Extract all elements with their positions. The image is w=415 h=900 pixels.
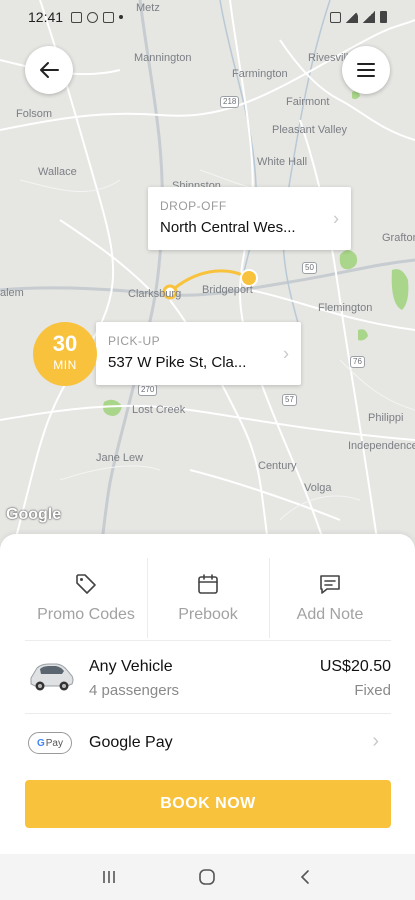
image-icon xyxy=(71,11,83,23)
map-label: Bridgeport xyxy=(202,284,253,296)
map-label: Mannington xyxy=(134,52,192,64)
booking-options: Promo Codes Prebook Add Note xyxy=(25,554,391,642)
google-pay-icon: G Pay xyxy=(28,732,72,754)
divider xyxy=(25,640,391,641)
mute-icon xyxy=(330,11,341,23)
dropoff-address: North Central Wes... xyxy=(160,219,296,236)
dot-icon xyxy=(119,15,124,19)
eta-badge: 30 MIN xyxy=(33,322,97,386)
map-label: Philippi xyxy=(368,412,404,424)
battery-icon xyxy=(380,11,387,23)
message-icon xyxy=(320,575,340,594)
map-label: Pleasant Valley xyxy=(272,124,348,136)
status-bar: 12:41 xyxy=(0,0,415,34)
map-label: Wallace xyxy=(38,166,77,178)
home-icon xyxy=(199,869,216,885)
route-shield: 50 xyxy=(302,262,317,274)
pickup-address: 537 W Pike St, Cla... xyxy=(108,354,247,371)
map-label: Lost Creek xyxy=(132,404,186,416)
dropoff-label: DROP-OFF xyxy=(160,199,227,213)
payment-method-label: Google Pay xyxy=(89,734,173,751)
menu-button[interactable] xyxy=(342,46,390,94)
chevron-right-icon: › xyxy=(333,208,339,228)
recent-apps-icon xyxy=(103,871,115,883)
book-now-button[interactable]: BOOK NOW xyxy=(25,780,391,828)
signal-icon xyxy=(363,11,375,23)
route-shield: 218 xyxy=(220,96,240,108)
vehicle-name: Any Vehicle xyxy=(89,658,173,675)
map-label: White Hall xyxy=(257,156,308,168)
map-label: Grafton xyxy=(382,232,415,244)
eta-unit: MIN xyxy=(53,358,77,372)
map-label: Flemington xyxy=(318,302,373,314)
tag-icon xyxy=(76,574,96,594)
map-label: alem xyxy=(0,287,24,299)
hamburger-menu-icon xyxy=(357,63,375,77)
map-label: Volga xyxy=(304,482,332,494)
promo-codes-label: Promo Codes xyxy=(37,606,135,623)
payment-method-selector[interactable]: G Pay Google Pay › xyxy=(25,714,391,774)
system-nav-bar xyxy=(0,854,415,900)
arrow-left-icon xyxy=(40,62,59,78)
booking-sheet: Promo Codes Prebook Add Note Any Vehicle… xyxy=(0,534,415,854)
promo-codes-button[interactable]: Promo Codes xyxy=(25,554,147,642)
map-label: Farmington xyxy=(232,68,288,80)
wifi-icon xyxy=(346,11,358,23)
add-note-label: Add Note xyxy=(296,606,364,623)
add-note-button[interactable]: Add Note xyxy=(269,554,391,642)
map-label: Clarksburg xyxy=(128,288,182,300)
chevron-right-icon: › xyxy=(372,730,379,752)
notification-icon xyxy=(103,11,115,23)
fare-type: Fixed xyxy=(354,682,391,699)
route-shield: 76 xyxy=(350,356,365,368)
chevron-right-icon: › xyxy=(283,343,289,363)
status-time: 12:41 xyxy=(28,9,64,25)
google-logo: Google xyxy=(6,506,62,523)
fare-price: US$20.50 xyxy=(319,658,391,675)
map-label: Century xyxy=(258,460,297,472)
map-label: Folsom xyxy=(16,108,53,120)
back-button[interactable] xyxy=(25,46,73,94)
eta-value: 30 xyxy=(52,331,78,356)
recent-apps-button[interactable] xyxy=(94,867,124,887)
notification-icon xyxy=(87,11,99,23)
vehicle-selector[interactable]: Any Vehicle 4 passengers US$20.50 Fixed xyxy=(25,642,391,712)
car-icon xyxy=(30,663,74,691)
pickup-card[interactable]: PICK-UP 537 W Pike St, Cla... › xyxy=(96,322,301,385)
back-chevron-icon xyxy=(300,870,309,884)
map-label: Independence xyxy=(348,440,415,452)
back-nav-button[interactable] xyxy=(291,867,321,887)
dropoff-card[interactable]: DROP-OFF North Central Wes... › xyxy=(148,187,351,250)
calendar-icon xyxy=(198,574,218,594)
map-label: Fairmont xyxy=(286,96,330,108)
route-shield: 57 xyxy=(282,394,297,406)
vehicle-capacity: 4 passengers xyxy=(89,682,180,699)
home-button[interactable] xyxy=(192,867,222,887)
pickup-label: PICK-UP xyxy=(108,334,161,348)
route-shield: 270 xyxy=(138,384,158,396)
prebook-button[interactable]: Prebook xyxy=(147,554,269,642)
prebook-label: Prebook xyxy=(178,606,238,623)
map-label: Jane Lew xyxy=(96,452,144,464)
